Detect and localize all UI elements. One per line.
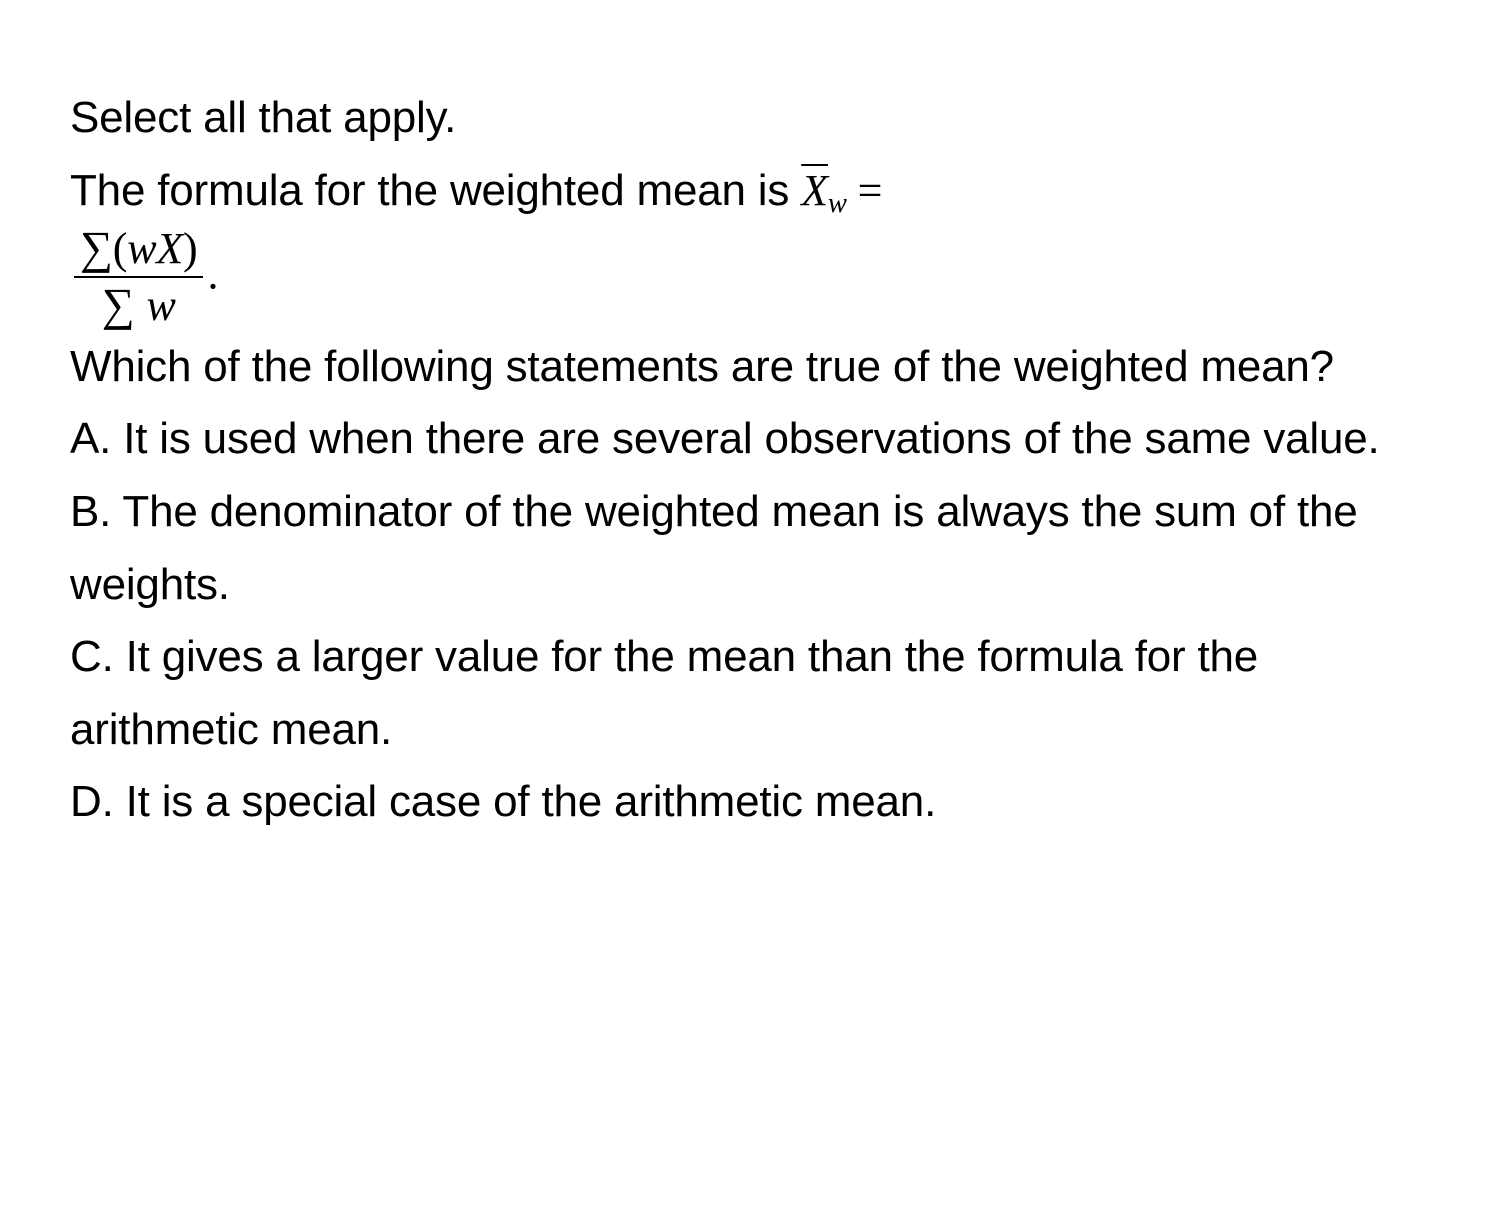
fraction-denominator: ∑ w [74, 278, 203, 331]
option-d[interactable]: D. It is a special case of the arithmeti… [70, 766, 1430, 839]
fraction: ∑(wX) ∑ w [74, 223, 203, 331]
option-c[interactable]: C. It gives a larger value for the mean … [70, 621, 1430, 766]
instruction-text: Select all that apply. [70, 82, 1430, 155]
intro-text: The formula for the weighted mean is [70, 166, 801, 215]
option-a[interactable]: A. It is used when there are several obs… [70, 403, 1430, 476]
xbar-w: Xw [801, 166, 847, 215]
equals-sign: = [847, 166, 882, 215]
question-block: Select all that apply. The formula for t… [0, 0, 1500, 839]
option-b[interactable]: B. The denominator of the weighted mean … [70, 476, 1430, 621]
formula-line: The formula for the weighted mean is Xw … [70, 155, 1430, 331]
fraction-numerator: ∑(wX) [74, 223, 203, 278]
period: . [207, 250, 218, 299]
question-text: Which of the following statements are tr… [70, 331, 1430, 404]
